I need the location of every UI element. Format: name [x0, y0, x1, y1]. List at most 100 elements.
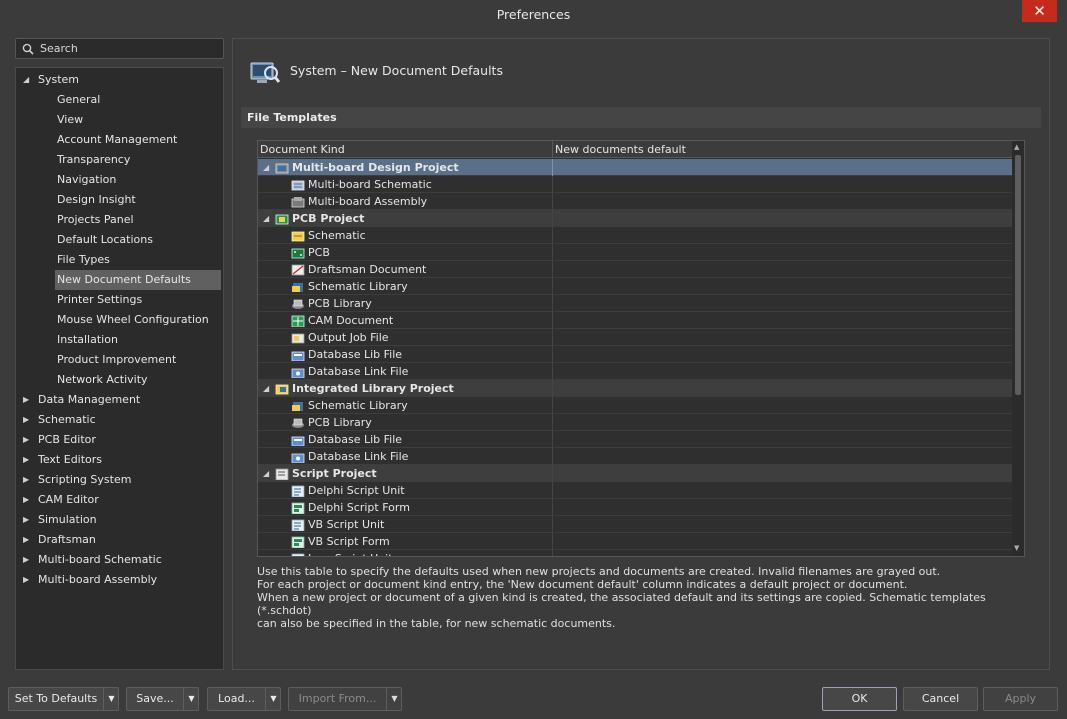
new-document-default-cell[interactable]: [555, 329, 1010, 346]
new-document-default-cell[interactable]: [555, 210, 1010, 227]
tree-item-system[interactable]: ◢ System: [16, 70, 223, 90]
tree-item-product-improvement[interactable]: Product Improvement: [16, 350, 223, 370]
expand-arrow-icon[interactable]: ▶: [23, 410, 31, 430]
tree-item-data-management[interactable]: ▶ Data Management: [16, 390, 223, 410]
document-row[interactable]: Output Job File: [258, 329, 1012, 346]
cancel-button[interactable]: Cancel: [903, 687, 978, 711]
new-document-default-cell[interactable]: [555, 176, 1010, 193]
new-document-default-cell[interactable]: [555, 159, 1010, 176]
save-button[interactable]: Save... ▼: [126, 687, 199, 711]
document-row[interactable]: CAM Document: [258, 312, 1012, 329]
expand-arrow-icon[interactable]: ▶: [23, 550, 31, 570]
tree-item-printer-settings[interactable]: Printer Settings: [16, 290, 223, 310]
vertical-scrollbar[interactable]: ▲ ▼: [1012, 141, 1024, 556]
expand-arrow-icon[interactable]: ▶: [23, 390, 31, 410]
document-row[interactable]: Multi-board Assembly: [258, 193, 1012, 210]
tree-item-network-activity[interactable]: Network Activity: [16, 370, 223, 390]
collapse-arrow-icon[interactable]: ◢: [23, 70, 31, 90]
new-document-default-cell[interactable]: [555, 227, 1010, 244]
tree-item-default-locations[interactable]: Default Locations: [16, 230, 223, 250]
tree-item-mouse-wheel-configuration[interactable]: Mouse Wheel Configuration: [16, 310, 223, 330]
tree-item-navigation[interactable]: Navigation: [16, 170, 223, 190]
document-row[interactable]: Database Lib File: [258, 431, 1012, 448]
project-row[interactable]: ◢ PCB Project: [258, 210, 1012, 227]
document-row[interactable]: Delphi Script Unit: [258, 482, 1012, 499]
scroll-down-icon[interactable]: ▼: [1014, 544, 1019, 552]
expand-arrow-icon[interactable]: ▶: [23, 470, 31, 490]
project-row[interactable]: ◢ Multi-board Design Project: [258, 159, 1012, 176]
document-row[interactable]: Draftsman Document: [258, 261, 1012, 278]
tree-item-simulation[interactable]: ▶ Simulation: [16, 510, 223, 530]
tree-item-view[interactable]: View: [16, 110, 223, 130]
collapse-arrow-icon[interactable]: ◢: [263, 210, 269, 227]
chevron-down-icon[interactable]: ▼: [265, 688, 281, 710]
new-document-default-cell[interactable]: [555, 312, 1010, 329]
close-button[interactable]: ✕: [1022, 0, 1057, 22]
expand-arrow-icon[interactable]: ▶: [23, 430, 31, 450]
load-button[interactable]: Load... ▼: [207, 687, 281, 711]
scroll-up-icon[interactable]: ▲: [1014, 143, 1019, 151]
tree-item-projects-panel[interactable]: Projects Panel: [16, 210, 223, 230]
expand-arrow-icon[interactable]: ▶: [23, 490, 31, 510]
tree-item-scripting-system[interactable]: ▶ Scripting System: [16, 470, 223, 490]
document-row[interactable]: Java Script Unit: [258, 550, 1012, 556]
column-header-new-default[interactable]: New documents default: [555, 143, 686, 156]
apply-button[interactable]: Apply: [983, 687, 1058, 711]
document-row[interactable]: Database Link File: [258, 363, 1012, 380]
tree-item-pcb-editor[interactable]: ▶ PCB Editor: [16, 430, 223, 450]
document-row[interactable]: PCB Library: [258, 414, 1012, 431]
collapse-arrow-icon[interactable]: ◢: [263, 380, 269, 397]
document-row[interactable]: Schematic Library: [258, 278, 1012, 295]
document-row[interactable]: PCB: [258, 244, 1012, 261]
new-document-default-cell[interactable]: [555, 295, 1010, 312]
expand-arrow-icon[interactable]: ▶: [23, 450, 31, 470]
column-header-document-kind[interactable]: Document Kind: [260, 143, 345, 156]
tree-item-multi-board-schematic[interactable]: ▶ Multi-board Schematic: [16, 550, 223, 570]
expand-arrow-icon[interactable]: ▶: [23, 530, 31, 550]
document-row[interactable]: VB Script Unit: [258, 516, 1012, 533]
tree-item-design-insight[interactable]: Design Insight: [16, 190, 223, 210]
new-document-default-cell[interactable]: [555, 397, 1010, 414]
new-document-default-cell[interactable]: [555, 516, 1010, 533]
search-input[interactable]: Search: [15, 38, 224, 59]
chevron-down-icon[interactable]: ▼: [183, 688, 199, 710]
document-row[interactable]: Schematic Library: [258, 397, 1012, 414]
new-document-default-cell[interactable]: [555, 278, 1010, 295]
project-row[interactable]: ◢ Integrated Library Project: [258, 380, 1012, 397]
collapse-arrow-icon[interactable]: ◢: [263, 159, 269, 176]
tree-item-multi-board-assembly[interactable]: ▶ Multi-board Assembly: [16, 570, 223, 590]
document-row[interactable]: VB Script Form: [258, 533, 1012, 550]
tree-item-file-types[interactable]: File Types: [16, 250, 223, 270]
new-document-default-cell[interactable]: [555, 346, 1010, 363]
new-document-default-cell[interactable]: [555, 499, 1010, 516]
document-row[interactable]: Schematic: [258, 227, 1012, 244]
new-document-default-cell[interactable]: [555, 465, 1010, 482]
new-document-default-cell[interactable]: [555, 482, 1010, 499]
import-from-button[interactable]: Import From... ▼: [288, 687, 402, 711]
document-row[interactable]: Database Lib File: [258, 346, 1012, 363]
tree-item-draftsman[interactable]: ▶ Draftsman: [16, 530, 223, 550]
ok-button[interactable]: OK: [822, 687, 897, 711]
tree-item-general[interactable]: General: [16, 90, 223, 110]
set-to-defaults-button[interactable]: Set To Defaults ▼: [8, 687, 119, 711]
tree-item-new-document-defaults[interactable]: New Document Defaults: [16, 270, 223, 290]
document-row[interactable]: Multi-board Schematic: [258, 176, 1012, 193]
chevron-down-icon[interactable]: ▼: [386, 688, 402, 710]
new-document-default-cell[interactable]: [555, 261, 1010, 278]
new-document-default-cell[interactable]: [555, 414, 1010, 431]
tree-item-schematic[interactable]: ▶ Schematic: [16, 410, 223, 430]
new-document-default-cell[interactable]: [555, 363, 1010, 380]
tree-item-installation[interactable]: Installation: [16, 330, 223, 350]
expand-arrow-icon[interactable]: ▶: [23, 510, 31, 530]
tree-item-account-management[interactable]: Account Management: [16, 130, 223, 150]
document-row[interactable]: PCB Library: [258, 295, 1012, 312]
tree-item-text-editors[interactable]: ▶ Text Editors: [16, 450, 223, 470]
document-row[interactable]: Delphi Script Form: [258, 499, 1012, 516]
tree-item-transparency[interactable]: Transparency: [16, 150, 223, 170]
tree-item-cam-editor[interactable]: ▶ CAM Editor: [16, 490, 223, 510]
new-document-default-cell[interactable]: [555, 380, 1010, 397]
new-document-default-cell[interactable]: [555, 193, 1010, 210]
new-document-default-cell[interactable]: [555, 431, 1010, 448]
new-document-default-cell[interactable]: [555, 448, 1010, 465]
expand-arrow-icon[interactable]: ▶: [23, 570, 31, 590]
